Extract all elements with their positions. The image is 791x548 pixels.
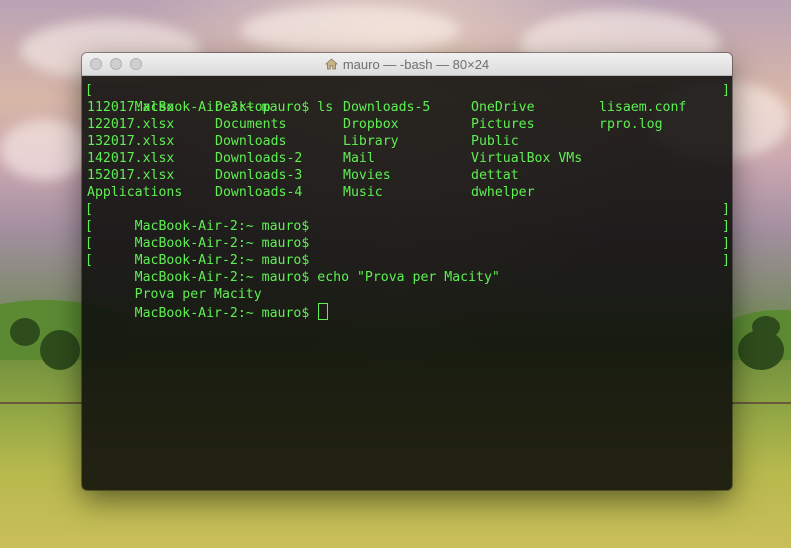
ls-output-row: 122017.xlsx Documents Dropbox Pictures r… <box>87 116 732 133</box>
file-entry: 152017.xlsx <box>87 168 175 183</box>
file-entry: OneDrive <box>471 100 535 115</box>
terminal-line: [MacBook-Air-2:~ mauro$ ] <box>85 202 730 234</box>
file-entry: Mail <box>343 151 375 166</box>
file-entry: Downloads-4 <box>215 185 303 200</box>
command-text: ls <box>317 100 334 115</box>
minimize-button[interactable] <box>110 58 122 70</box>
command-output: Prova per Macity <box>87 269 732 302</box>
file-entry: Downloads-5 <box>343 100 431 115</box>
file-entry: lisaem.conf <box>599 100 687 115</box>
ls-output-row: 142017.xlsx Downloads-2 Mail VirtualBox … <box>87 150 732 167</box>
ls-output-row: 152017.xlsx Downloads-3 Movies dettat <box>87 167 732 184</box>
file-entry: VirtualBox VMs <box>471 151 583 166</box>
window-controls <box>90 58 142 70</box>
terminal-line: [MacBook-Air-2:~ mauro$ ls ] <box>85 83 730 115</box>
file-entry: Pictures <box>471 117 535 132</box>
file-entry: Movies <box>343 168 391 183</box>
file-entry <box>599 133 727 150</box>
file-entry <box>599 184 727 201</box>
close-button[interactable] <box>90 58 102 70</box>
terminal-window[interactable]: mauro — -bash — 80×24 [MacBook-Air-2:~ m… <box>82 53 732 490</box>
terminal-line: [MacBook-Air-2:~ mauro$ ] <box>85 219 730 251</box>
terminal-content[interactable]: [MacBook-Air-2:~ mauro$ ls ] 112017.xlsx… <box>82 76 732 490</box>
file-entry: Library <box>343 134 399 149</box>
title-bar[interactable]: mauro — -bash — 80×24 <box>82 53 732 76</box>
file-entry: rpro.log <box>599 117 663 132</box>
ls-output-row: 132017.xlsx Downloads Library Public <box>87 133 732 150</box>
file-entry: Downloads <box>215 134 287 149</box>
window-title: mauro — -bash — 80×24 <box>324 56 490 72</box>
zoom-button[interactable] <box>130 58 142 70</box>
file-entry: Music <box>343 185 383 200</box>
active-prompt-line[interactable]: MacBook-Air-2:~ mauro$ <box>87 286 732 321</box>
window-title-text: mauro — -bash — 80×24 <box>342 56 490 72</box>
text-cursor <box>318 303 329 320</box>
file-entry: Downloads-2 <box>215 151 303 166</box>
ls-output-row: Applications Downloads-4 Music dwhelper <box>87 184 732 201</box>
terminal-line: [MacBook-Air-2:~ mauro$ echo "Prova per … <box>85 253 730 285</box>
file-entry <box>599 167 727 184</box>
terminal-line: [MacBook-Air-2:~ mauro$ ] <box>85 236 730 268</box>
file-entry: Documents <box>215 117 287 132</box>
prompt: MacBook-Air-2:~ mauro$ <box>134 306 310 321</box>
file-entry: dwhelper <box>471 185 535 200</box>
file-entry <box>599 150 727 167</box>
file-entry: dettat <box>471 168 519 183</box>
file-entry: Dropbox <box>343 117 399 132</box>
file-entry: Applications <box>87 185 183 200</box>
file-entry: Public <box>471 134 519 149</box>
file-entry: Downloads-3 <box>215 168 303 183</box>
prompt: MacBook-Air-2:~ mauro$ <box>134 100 310 115</box>
file-entry: 142017.xlsx <box>87 151 175 166</box>
home-icon <box>324 58 338 70</box>
